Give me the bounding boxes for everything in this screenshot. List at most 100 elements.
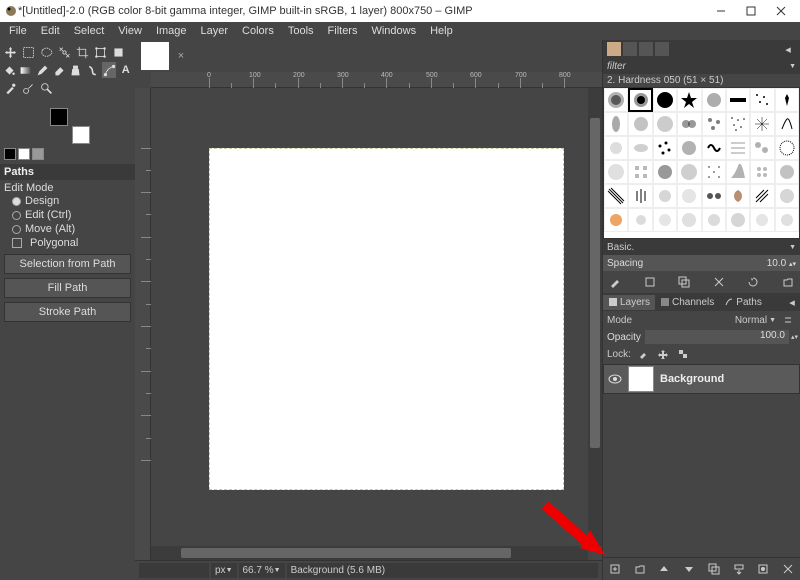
brush-item[interactable] — [653, 88, 677, 112]
transform-tool[interactable] — [92, 44, 108, 60]
raise-layer-icon[interactable] — [656, 561, 672, 577]
brush-item[interactable] — [726, 208, 750, 232]
new-brush-icon[interactable] — [642, 274, 658, 290]
brush-item[interactable] — [677, 88, 701, 112]
smudge-tool[interactable] — [85, 62, 100, 78]
layers-tab[interactable]: Layers — [603, 295, 655, 310]
brush-category-row[interactable]: Basic.▼ — [603, 239, 800, 255]
brush-item[interactable] — [726, 160, 750, 184]
fill-path-button[interactable]: Fill Path — [4, 278, 131, 298]
color-picker-tool[interactable] — [2, 80, 18, 96]
mask-layer-icon[interactable] — [755, 561, 771, 577]
brush-item[interactable] — [677, 112, 701, 136]
free-select-tool[interactable] — [38, 44, 54, 60]
brush-item[interactable] — [726, 184, 750, 208]
brush-item[interactable] — [628, 184, 652, 208]
brush-item[interactable] — [726, 88, 750, 112]
brush-item[interactable] — [702, 208, 726, 232]
brush-item[interactable] — [628, 112, 652, 136]
menu-help[interactable]: Help — [423, 23, 460, 39]
dock-menu-icon[interactable]: ◂ — [780, 41, 796, 57]
paths-tool[interactable] — [102, 62, 117, 78]
history-tab-icon[interactable] — [655, 42, 669, 56]
pencil-tool[interactable] — [35, 62, 50, 78]
lock-alpha-icon[interactable] — [675, 346, 691, 362]
edit-radio[interactable]: Edit (Ctrl) — [4, 208, 131, 222]
brush-item[interactable] — [775, 208, 799, 232]
brush-item[interactable] — [775, 112, 799, 136]
brush-item[interactable] — [702, 136, 726, 160]
lock-pixels-icon[interactable] — [635, 346, 651, 362]
brush-item[interactable] — [702, 160, 726, 184]
brush-item[interactable] — [750, 184, 774, 208]
menu-file[interactable]: File — [2, 23, 34, 39]
paths-tab[interactable]: Paths — [719, 295, 767, 310]
menu-layer[interactable]: Layer — [194, 23, 236, 39]
layer-item[interactable]: Background — [603, 364, 800, 394]
scrollbar-horizontal[interactable] — [151, 546, 588, 560]
menu-view[interactable]: View — [111, 23, 149, 39]
gradient-tool[interactable] — [19, 62, 34, 78]
fuzzy-select-tool[interactable] — [56, 44, 72, 60]
visibility-toggle-icon[interactable] — [608, 372, 622, 386]
move-tool[interactable] — [2, 44, 18, 60]
merge-down-icon[interactable] — [731, 561, 747, 577]
brush-item[interactable] — [677, 184, 701, 208]
brush-item[interactable] — [702, 88, 726, 112]
channels-tab[interactable]: Channels — [655, 295, 719, 310]
new-group-icon[interactable] — [632, 561, 648, 577]
close-image-tab-icon[interactable]: × — [175, 50, 187, 62]
mode-switch-icon[interactable] — [780, 312, 796, 328]
lower-layer-icon[interactable] — [681, 561, 697, 577]
fonts-tab-icon[interactable] — [639, 42, 653, 56]
swap-colors-icon[interactable] — [18, 148, 30, 160]
brush-item[interactable] — [628, 88, 652, 112]
menu-image[interactable]: Image — [149, 23, 194, 39]
brush-item[interactable] — [726, 112, 750, 136]
brush-spacing-slider[interactable]: Spacing 10.0 ▴▾ — [603, 255, 800, 271]
brush-item[interactable] — [702, 112, 726, 136]
menu-colors[interactable]: Colors — [235, 23, 281, 39]
brush-item[interactable] — [726, 136, 750, 160]
unit-selector[interactable]: px ▼ — [211, 563, 237, 578]
brush-item[interactable] — [653, 160, 677, 184]
brush-item[interactable] — [604, 88, 628, 112]
lock-position-icon[interactable] — [655, 346, 671, 362]
image-tab-thumb[interactable] — [141, 42, 169, 70]
delete-layer-icon[interactable] — [780, 561, 796, 577]
canvas[interactable] — [209, 148, 564, 490]
brush-item[interactable] — [604, 136, 628, 160]
brush-item[interactable] — [604, 184, 628, 208]
new-layer-icon[interactable] — [607, 561, 623, 577]
clone-tool[interactable] — [69, 62, 84, 78]
brush-item[interactable] — [653, 112, 677, 136]
brush-filter-row[interactable]: filter▼ — [603, 58, 800, 74]
brush-item[interactable] — [750, 160, 774, 184]
refresh-brush-icon[interactable] — [745, 274, 761, 290]
scrollbar-vertical[interactable] — [588, 88, 602, 546]
brush-item[interactable] — [653, 208, 677, 232]
brush-item[interactable] — [750, 88, 774, 112]
brush-item[interactable] — [677, 208, 701, 232]
brush-item[interactable] — [750, 136, 774, 160]
brush-item[interactable] — [750, 208, 774, 232]
brush-item[interactable] — [653, 136, 677, 160]
brush-item[interactable] — [677, 160, 701, 184]
brushes-tab-icon[interactable] — [607, 42, 621, 56]
menu-select[interactable]: Select — [67, 23, 112, 39]
brush-item[interactable] — [604, 112, 628, 136]
measure-tool[interactable] — [20, 80, 36, 96]
fg-color-swatch[interactable] — [50, 108, 68, 126]
close-button[interactable] — [766, 0, 796, 22]
menu-windows[interactable]: Windows — [364, 23, 423, 39]
duplicate-brush-icon[interactable] — [676, 274, 692, 290]
ruler-vertical[interactable] — [135, 88, 151, 560]
brush-item[interactable] — [653, 184, 677, 208]
rect-select-tool[interactable] — [20, 44, 36, 60]
open-brush-icon[interactable] — [780, 274, 796, 290]
brush-item[interactable] — [775, 88, 799, 112]
brush-item[interactable] — [604, 208, 628, 232]
polygonal-checkbox[interactable]: Polygonal — [4, 236, 131, 250]
crop-tool[interactable] — [74, 44, 90, 60]
patterns-tab-icon[interactable] — [623, 42, 637, 56]
